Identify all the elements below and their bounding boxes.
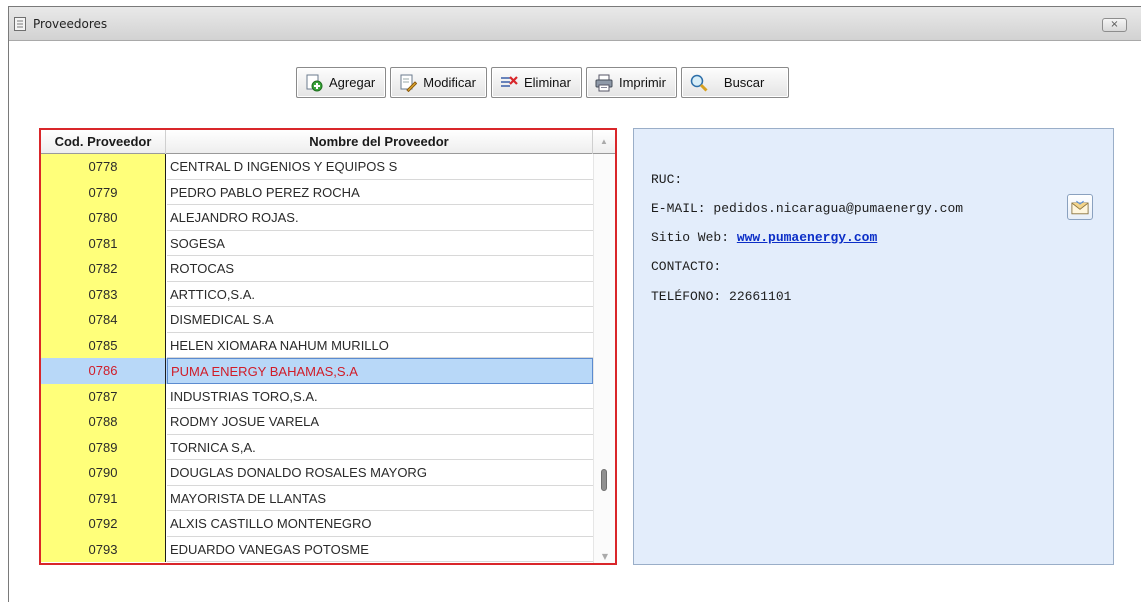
- add-document-icon: [306, 74, 323, 91]
- supplier-code-cell[interactable]: 0792: [41, 511, 166, 537]
- phone-line: TELÉFONO: 22661101: [651, 289, 791, 304]
- scrollbar-thumb[interactable]: [601, 469, 607, 491]
- table-row[interactable]: 0788 RODMY JOSUE VARELA: [41, 409, 593, 435]
- window-title: Proveedores: [33, 17, 108, 31]
- toolbar: Agregar Modificar Eliminar Imprimir Busc…: [296, 67, 790, 99]
- ruc-label: RUC:: [651, 172, 683, 187]
- edit-document-icon: [400, 74, 418, 92]
- supplier-detail-panel: RUC: E-MAIL: pedidos.nicaragua@pumaenerg…: [633, 128, 1114, 565]
- close-button[interactable]: ×: [1102, 18, 1127, 32]
- table-row[interactable]: 0789 TORNICA S,A.: [41, 434, 593, 460]
- supplier-name-cell[interactable]: DISMEDICAL S.A: [167, 307, 593, 333]
- supplier-name-cell[interactable]: SOGESA: [167, 231, 593, 256]
- supplier-name-cell[interactable]: EDUARDO VANEGAS POTOSME: [167, 537, 593, 562]
- website-label: Sitio Web:: [651, 230, 730, 245]
- buscar-button[interactable]: Buscar: [680, 67, 790, 98]
- send-email-button[interactable]: [1067, 194, 1093, 220]
- imprimir-button[interactable]: Imprimir: [585, 67, 677, 98]
- supplier-code-cell[interactable]: 0783: [41, 281, 166, 307]
- supplier-code-cell[interactable]: 0784: [41, 307, 166, 333]
- supplier-code-cell[interactable]: 0786: [41, 358, 166, 384]
- grid-rows: 0778 CENTRAL D INGENIOS Y EQUIPOS S 0779 P…: [41, 154, 593, 562]
- column-header-name[interactable]: Nombre del Proveedor: [166, 130, 593, 154]
- scroll-down-arrow-icon[interactable]: ▼: [594, 552, 615, 561]
- scroll-up-arrow-icon[interactable]: ▲: [593, 130, 615, 154]
- supplier-name-cell[interactable]: MAYORISTA DE LLANTAS: [167, 486, 593, 511]
- supplier-code-cell[interactable]: 0787: [41, 383, 166, 409]
- proveedores-window: Proveedores × Agregar Modificar Eliminar…: [8, 6, 1141, 602]
- grid-header: Cod. Proveedor Nombre del Proveedor ▲: [41, 130, 615, 154]
- table-row[interactable]: 0778 CENTRAL D INGENIOS Y EQUIPOS S: [41, 154, 593, 180]
- modificar-button[interactable]: Modificar: [390, 67, 487, 98]
- table-row[interactable]: 0790 DOUGLAS DONALDO ROSALES MAYORG: [41, 460, 593, 486]
- table-row[interactable]: 0787 INDUSTRIAS TORO,S.A.: [41, 383, 593, 409]
- printer-icon: [595, 74, 613, 91]
- supplier-name-cell[interactable]: PEDRO PABLO PEREZ ROCHA: [167, 180, 593, 205]
- supplier-code-cell[interactable]: 0793: [41, 536, 166, 562]
- email-value[interactable]: pedidos.nicaragua@pumaenergy.com: [713, 201, 963, 216]
- eliminar-button[interactable]: Eliminar: [491, 67, 582, 98]
- table-row[interactable]: 0792 ALXIS CASTILLO MONTENEGRO: [41, 511, 593, 537]
- column-header-code[interactable]: Cod. Proveedor: [41, 130, 166, 154]
- window-document-icon: [14, 17, 26, 31]
- supplier-name-cell[interactable]: ALEJANDRO ROJAS.: [167, 205, 593, 231]
- magnifier-icon: [690, 74, 708, 92]
- supplier-name-cell[interactable]: ALXIS CASTILLO MONTENEGRO: [167, 511, 593, 537]
- eliminar-label: Eliminar: [524, 75, 571, 90]
- supplier-code-cell[interactable]: 0788: [41, 409, 166, 435]
- imprimir-label: Imprimir: [618, 75, 666, 90]
- delete-rows-icon: [501, 75, 518, 87]
- table-row[interactable]: 0784 DISMEDICAL S.A: [41, 307, 593, 333]
- supplier-code-cell[interactable]: 0779: [41, 179, 166, 205]
- vertical-scrollbar[interactable]: ▼: [593, 154, 615, 563]
- email-line: E-MAIL: pedidos.nicaragua@pumaenergy.com: [651, 201, 963, 216]
- table-row[interactable]: 0785 HELEN XIOMARA NAHUM MURILLO: [41, 332, 593, 358]
- buscar-label: Buscar: [723, 75, 765, 90]
- supplier-name-cell[interactable]: HELEN XIOMARA NAHUM MURILLO: [167, 333, 593, 358]
- table-row[interactable]: 0782 ROTOCAS: [41, 256, 593, 282]
- contact-label: CONTACTO:: [651, 259, 722, 274]
- table-row[interactable]: 0779 PEDRO PABLO PEREZ ROCHA: [41, 179, 593, 205]
- supplier-name-cell[interactable]: CENTRAL D INGENIOS Y EQUIPOS S: [167, 154, 593, 180]
- supplier-code-cell[interactable]: 0791: [41, 485, 166, 511]
- table-row[interactable]: 0780 ALEJANDRO ROJAS.: [41, 205, 593, 231]
- supplier-code-cell[interactable]: 0780: [41, 205, 166, 231]
- supplier-code-cell[interactable]: 0781: [41, 230, 166, 256]
- email-label: E-MAIL:: [651, 201, 706, 216]
- supplier-code-cell[interactable]: 0782: [41, 256, 166, 282]
- title-bar: Proveedores ×: [9, 7, 1141, 41]
- supplier-name-cell[interactable]: TORNICA S,A.: [167, 435, 593, 460]
- supplier-code-cell[interactable]: 0789: [41, 434, 166, 460]
- selected-table-row[interactable]: 0786 PUMA ENERGY BAHAMAS,S.A: [41, 358, 593, 384]
- phone-value: 22661101: [729, 289, 792, 304]
- table-row[interactable]: 0793 EDUARDO VANEGAS POTOSME: [41, 536, 593, 562]
- supplier-code-cell[interactable]: 0778: [41, 154, 166, 180]
- supplier-name-cell[interactable]: ARTTICO,S.A.: [167, 282, 593, 307]
- modificar-label: Modificar: [423, 75, 476, 90]
- phone-label: TELÉFONO:: [651, 289, 722, 304]
- supplier-name-cell[interactable]: PUMA ENERGY BAHAMAS,S.A: [167, 358, 593, 384]
- supplier-name-cell[interactable]: INDUSTRIAS TORO,S.A.: [167, 384, 593, 409]
- website-line: Sitio Web: www.pumaenergy.com: [651, 230, 877, 245]
- table-row[interactable]: 0783 ARTTICO,S.A.: [41, 281, 593, 307]
- envelope-icon: [1071, 200, 1089, 214]
- suppliers-grid[interactable]: Cod. Proveedor Nombre del Proveedor ▲ 07…: [39, 128, 617, 565]
- supplier-name-cell[interactable]: ROTOCAS: [167, 256, 593, 282]
- agregar-label: Agregar: [329, 75, 376, 90]
- contact-line: CONTACTO:: [651, 259, 721, 274]
- supplier-code-cell[interactable]: 0790: [41, 460, 166, 486]
- table-row[interactable]: 0791 MAYORISTA DE LLANTAS: [41, 485, 593, 511]
- ruc-line: RUC:: [651, 172, 682, 187]
- table-row[interactable]: 0781 SOGESA: [41, 230, 593, 256]
- supplier-name-cell[interactable]: DOUGLAS DONALDO ROSALES MAYORG: [167, 460, 593, 486]
- agregar-button[interactable]: Agregar: [296, 67, 387, 98]
- supplier-name-cell[interactable]: RODMY JOSUE VARELA: [167, 409, 593, 435]
- supplier-code-cell[interactable]: 0785: [41, 332, 166, 358]
- website-link[interactable]: www.pumaenergy.com: [737, 230, 877, 245]
